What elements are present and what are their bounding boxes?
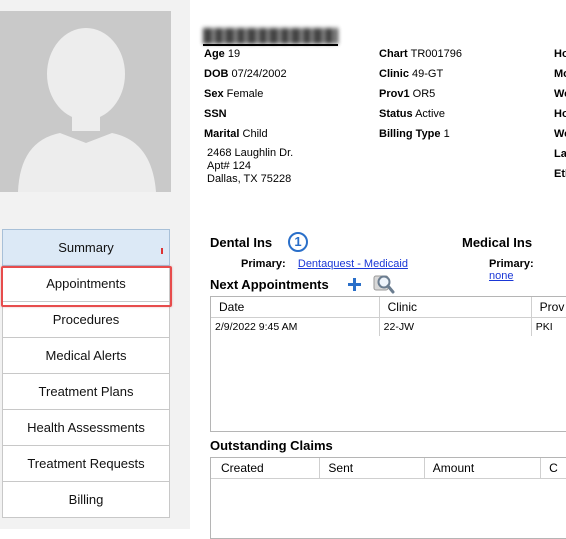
dob-label: DOB <box>204 68 229 80</box>
billing-type-value: 1 <box>443 128 450 140</box>
column-header-date[interactable]: Date <box>211 297 380 317</box>
column-header-prov[interactable]: Prov <box>532 297 566 317</box>
nav-item-label: Treatment Requests <box>27 456 145 471</box>
column-header-created[interactable]: Created <box>211 458 321 478</box>
nav-item-label: Summary <box>58 240 114 255</box>
outstanding-claims-grid: Created Sent Amount C <box>210 457 566 539</box>
dental-primary-link[interactable]: Dentaquest - Medicaid <box>298 258 408 270</box>
nav-item-health-assessments[interactable]: Health Assessments <box>2 410 170 446</box>
status-value: Active <box>415 108 446 120</box>
sex-row: Sex Female <box>204 84 287 104</box>
clipped-label: Wo <box>554 88 566 100</box>
ssn-row: SSN <box>204 104 287 124</box>
chart-label: Chart <box>379 48 408 60</box>
search-icon[interactable] <box>373 273 395 295</box>
sex-label: Sex <box>204 88 224 100</box>
nav-item-label: Medical Alerts <box>45 348 127 363</box>
patient-info-col1: Age 19 DOB 07/24/2002 Sex Female SSN Mar… <box>204 44 287 144</box>
prov1-row: Prov1 OR5 <box>379 84 462 104</box>
cell-clinic: 22-JW <box>380 318 532 336</box>
patient-info-col3-clipped: Ho Mo Wo Ho Wo La Eth <box>554 44 566 184</box>
nav-item-treatment-requests[interactable]: Treatment Requests <box>2 446 170 482</box>
nav-item-billing[interactable]: Billing <box>2 482 170 518</box>
appointments-highlight-box <box>1 266 172 307</box>
age-value: 19 <box>227 48 241 60</box>
dental-ins-primary-row: Primary: Dentaquest - Medicaid <box>241 258 408 270</box>
left-panel: Summary Appointments Procedures Medical … <box>0 0 190 529</box>
dob-row: DOB 07/24/2002 <box>204 64 287 84</box>
clinic-label: Clinic <box>379 68 409 80</box>
clipped-label: Mo <box>554 68 566 80</box>
cell-prov: PKI <box>532 318 566 336</box>
ssn-label: SSN <box>204 108 227 120</box>
nav-item-procedures[interactable]: Procedures <box>2 302 170 338</box>
dental-primary-label: Primary: <box>241 258 286 270</box>
avatar-placeholder-icon <box>0 11 171 192</box>
chart-value: TR001796 <box>410 48 462 60</box>
clipped-label: Ho <box>554 48 566 60</box>
patient-name-redacted <box>203 28 338 44</box>
billing-type-label: Billing Type <box>379 128 441 140</box>
clipped-label: Ho <box>554 108 566 120</box>
nav-item-treatment-plans[interactable]: Treatment Plans <box>2 374 170 410</box>
sex-value: Female <box>226 88 264 100</box>
medical-primary-link[interactable]: none <box>489 270 513 282</box>
column-header-c[interactable]: C <box>541 458 566 478</box>
marital-value: Child <box>242 128 268 140</box>
age-label: Age <box>204 48 225 60</box>
column-header-clinic[interactable]: Clinic <box>380 297 532 317</box>
prov1-value: OR5 <box>412 88 436 100</box>
dental-ins-count-badge[interactable]: 1 <box>288 232 308 252</box>
grid-header: Created Sent Amount C <box>211 458 566 479</box>
table-row[interactable]: 2/9/2022 9:45 AM 22-JW PKI <box>211 318 566 336</box>
billing-type-row: Billing Type 1 <box>379 124 462 144</box>
nav-item-summary[interactable]: Summary <box>2 229 170 266</box>
grid-header: Date Clinic Prov <box>211 297 566 318</box>
marital-row: Marital Child <box>204 124 287 144</box>
address-line: Apt# 124 <box>207 160 252 172</box>
cell-date: 2/9/2022 9:45 AM <box>211 318 380 336</box>
column-header-sent[interactable]: Sent <box>320 458 425 478</box>
dob-value: 07/24/2002 <box>231 68 287 80</box>
plus-icon[interactable] <box>347 277 362 292</box>
clipped-label: La <box>554 148 566 160</box>
nav-item-medical-alerts[interactable]: Medical Alerts <box>2 338 170 374</box>
medical-ins-primary-row: Primary: none <box>489 258 566 282</box>
nav-item-label: Health Assessments <box>27 420 145 435</box>
next-appointments-grid: Date Clinic Prov 2/9/2022 9:45 AM 22-JW … <box>210 296 566 432</box>
dental-ins-title: Dental Ins <box>210 235 273 250</box>
patient-info-col2: Chart TR001796 Clinic 49-GT Prov1 OR5 St… <box>379 44 462 144</box>
address-line: 2468 Laughlin Dr. <box>207 147 294 159</box>
marital-label: Marital <box>204 128 240 140</box>
medical-primary-label: Primary: <box>489 258 534 270</box>
nav-item-label: Procedures <box>52 312 120 327</box>
clinic-row: Clinic 49-GT <box>379 64 462 84</box>
clinic-value: 49-GT <box>412 68 444 80</box>
patient-address: 2468 Laughlin Dr. Apt# 124 Dallas, TX 75… <box>207 147 293 186</box>
nav-item-label: Treatment Plans <box>38 384 134 399</box>
outstanding-claims-title: Outstanding Claims <box>210 438 333 453</box>
age-row: Age 19 <box>204 44 287 64</box>
active-indicator <box>161 248 163 254</box>
prov1-label: Prov1 <box>379 88 410 100</box>
address-line: Dallas, TX 75228 <box>207 173 292 185</box>
clipped-label: Eth <box>554 168 566 180</box>
clipped-label: Wo <box>554 128 566 140</box>
chart-row: Chart TR001796 <box>379 44 462 64</box>
nav-item-label: Billing <box>68 492 104 507</box>
column-header-amount[interactable]: Amount <box>425 458 542 478</box>
status-label: Status <box>379 108 413 120</box>
medical-ins-title: Medical Ins <box>462 235 533 250</box>
next-appointments-title: Next Appointments <box>210 277 329 292</box>
status-row: Status Active <box>379 104 462 124</box>
